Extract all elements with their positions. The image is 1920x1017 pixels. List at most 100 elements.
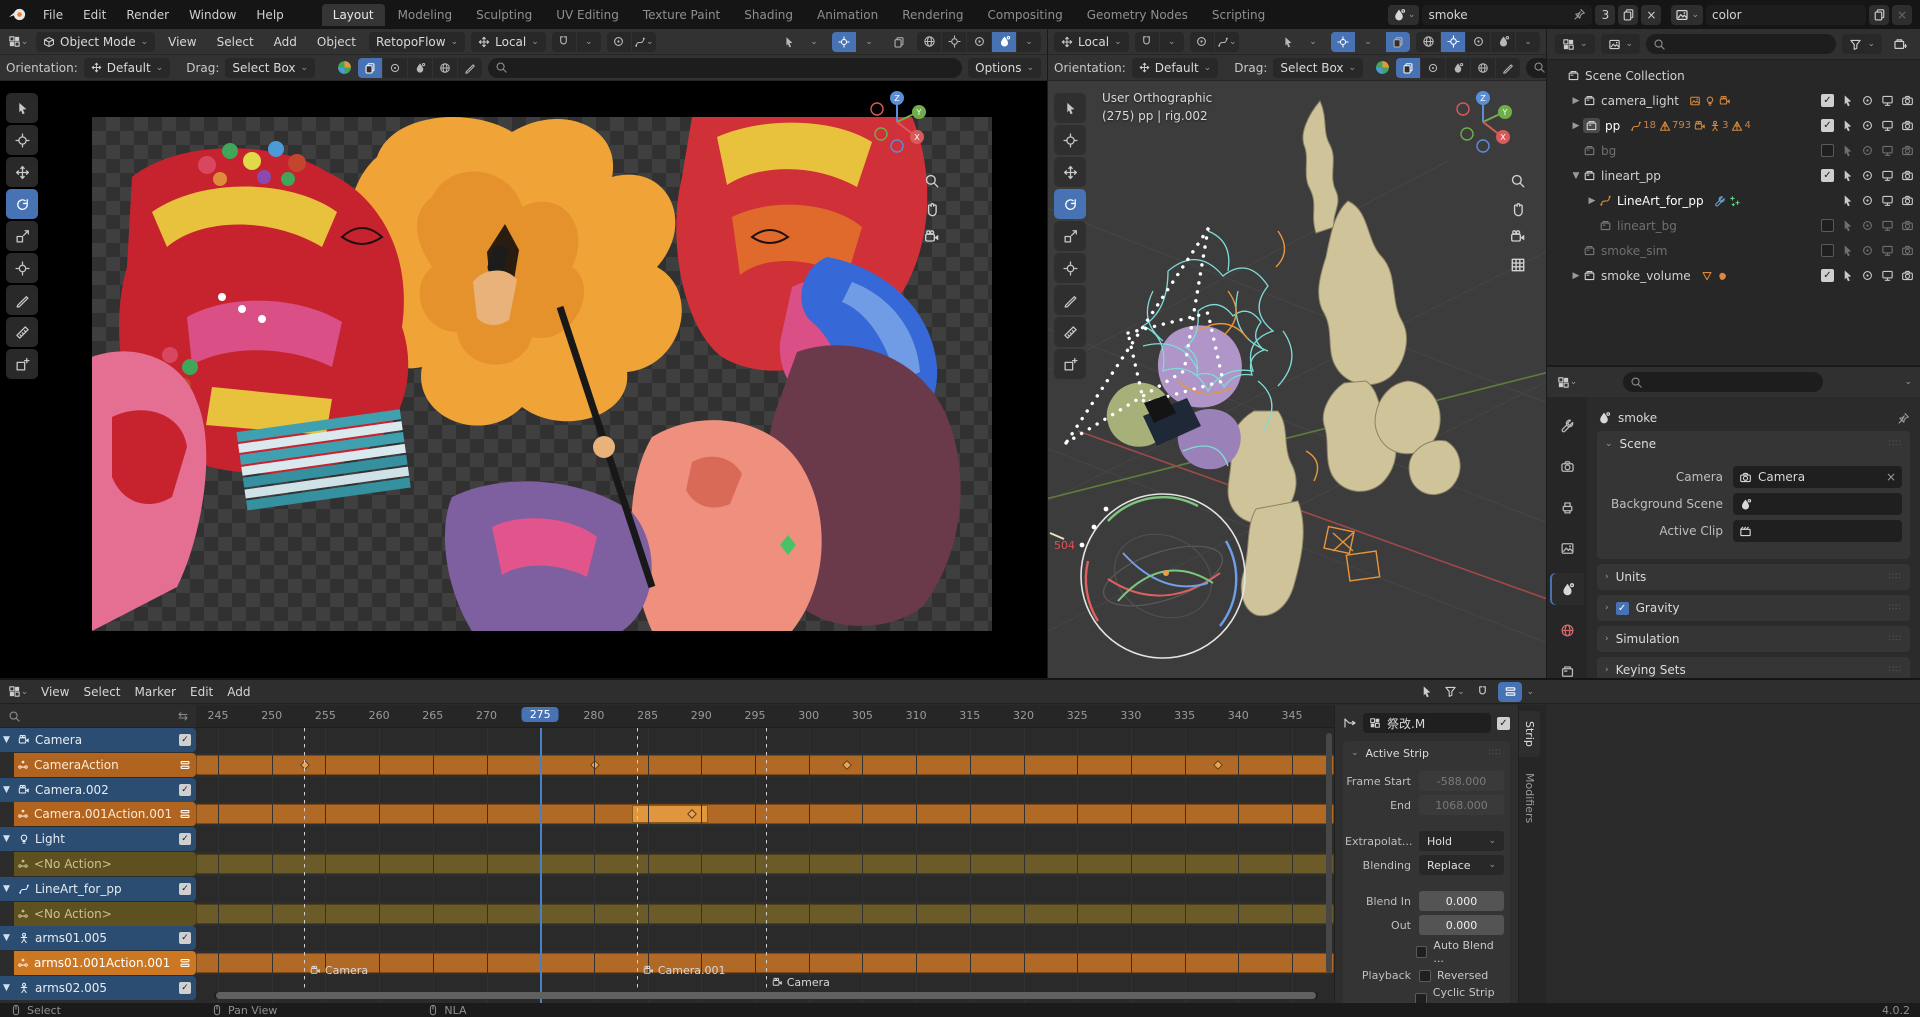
render-visibility-toggle[interactable] bbox=[1901, 194, 1914, 207]
nla-channel-camera[interactable]: ▼Camera✓ bbox=[0, 728, 196, 752]
scene-panel-header[interactable]: ⌄ Scene ∷∷ bbox=[1597, 431, 1910, 457]
tool-measure[interactable] bbox=[1054, 317, 1086, 347]
tab-animation[interactable]: Animation bbox=[806, 4, 889, 26]
snap-toggle[interactable] bbox=[552, 32, 576, 52]
holdout-toggle[interactable] bbox=[1861, 244, 1874, 257]
sidebar-tab-modifiers[interactable]: Modifiers bbox=[1519, 763, 1540, 833]
viewport-menu-add[interactable]: Add bbox=[267, 33, 304, 51]
expand-arrow-icon[interactable]: ▼ bbox=[3, 933, 13, 943]
tool-scale[interactable] bbox=[6, 221, 38, 251]
tab-modeling[interactable]: Modeling bbox=[387, 4, 464, 26]
nla-channel-arms01-001action-001[interactable]: arms01.001Action.001 bbox=[14, 951, 196, 975]
checkbox-on[interactable]: ✓ bbox=[1821, 169, 1834, 182]
outliner-filter-mode-button[interactable]: ⌄ bbox=[1601, 34, 1641, 54]
marker-label[interactable]: Camera.001 bbox=[643, 964, 726, 977]
keyframe-diamond[interactable] bbox=[1213, 760, 1223, 770]
tool-measure[interactable] bbox=[6, 317, 38, 347]
expand-arrow-icon[interactable]: ▶ bbox=[1569, 121, 1583, 131]
channel-mute-checkbox[interactable]: ✓ bbox=[179, 734, 191, 746]
outliner-row-smoke-volume[interactable]: ▶smoke_volume✓ bbox=[1547, 263, 1920, 288]
show-overlays-toggle[interactable] bbox=[832, 32, 856, 52]
dropdown-field[interactable]: Replace⌄ bbox=[1419, 855, 1504, 875]
selectable-toggle[interactable] bbox=[1841, 144, 1854, 157]
shading-dropdown[interactable]: ⌄ bbox=[1516, 32, 1540, 52]
proportional-editing-toggle[interactable] bbox=[607, 32, 631, 52]
nla-menu-add[interactable]: Add bbox=[220, 683, 257, 701]
properties-options-button[interactable]: ⌄ bbox=[1904, 377, 1912, 387]
keyframe-diamond[interactable] bbox=[590, 760, 600, 770]
holdout-toggle[interactable] bbox=[1861, 144, 1874, 157]
keyframe-diamond[interactable] bbox=[842, 760, 852, 770]
expand-arrow-icon[interactable]: ▼ bbox=[3, 785, 13, 795]
tool-move[interactable] bbox=[1054, 157, 1086, 187]
nla-channel--no-action-[interactable]: <No Action> bbox=[14, 852, 196, 876]
pin-icon[interactable] bbox=[1573, 8, 1586, 21]
tool-scale[interactable] bbox=[1054, 221, 1086, 251]
active-clip-field[interactable] bbox=[1733, 520, 1902, 542]
viewport-search-input[interactable] bbox=[488, 58, 962, 78]
viewport-toggle-4[interactable] bbox=[433, 58, 457, 78]
shading-material-button[interactable] bbox=[967, 32, 991, 52]
viewport-visibility-toggle[interactable] bbox=[1881, 269, 1894, 282]
options-button[interactable]: Options⌄ bbox=[968, 58, 1041, 78]
viewport-toggle-2[interactable] bbox=[1421, 58, 1445, 78]
snap-toggle[interactable] bbox=[1135, 32, 1159, 52]
shading-wireframe-button[interactable] bbox=[1416, 32, 1440, 52]
xray-toggle[interactable] bbox=[887, 32, 911, 52]
view-layer-browse-button[interactable]: ⌄ bbox=[1671, 5, 1703, 25]
checkbox-off[interactable] bbox=[1821, 144, 1834, 157]
axis-gizmo[interactable]: Z Y X bbox=[1452, 91, 1514, 153]
channel-mute-checkbox[interactable]: ✓ bbox=[179, 932, 191, 944]
tab-sculpting[interactable]: Sculpting bbox=[465, 4, 543, 26]
snap-dropdown[interactable]: ⌄ bbox=[577, 32, 601, 52]
shading-solid-button[interactable] bbox=[1441, 32, 1465, 52]
tool-annotate[interactable] bbox=[6, 285, 38, 315]
viewport-left-canvas[interactable]: Z Y X bbox=[0, 81, 1047, 678]
nla-horizontal-scrollbar[interactable] bbox=[214, 992, 1318, 999]
viewport-toggle-5[interactable] bbox=[1496, 58, 1520, 78]
tool-select-box[interactable] bbox=[6, 93, 38, 123]
menu-file[interactable]: File bbox=[33, 5, 73, 25]
viewport-menu-select[interactable]: Select bbox=[210, 33, 261, 51]
properties-tab-view-layer[interactable] bbox=[1550, 532, 1584, 564]
strip-mute-checkbox[interactable]: ✓ bbox=[1497, 717, 1510, 730]
viewport-visibility-toggle[interactable] bbox=[1881, 119, 1894, 132]
strip-name-field[interactable]: 祭改.M bbox=[1363, 713, 1491, 733]
menu-render[interactable]: Render bbox=[116, 5, 179, 25]
nla-overlap-toggle[interactable] bbox=[1498, 682, 1522, 702]
background-scene-field[interactable] bbox=[1733, 493, 1902, 515]
selectable-toggle[interactable] bbox=[1841, 269, 1854, 282]
properties-tab-output[interactable] bbox=[1550, 491, 1584, 523]
holdout-toggle[interactable] bbox=[1861, 94, 1874, 107]
tab-shading[interactable]: Shading bbox=[733, 4, 804, 26]
gravity-checkbox[interactable]: ✓ bbox=[1616, 602, 1629, 615]
outliner-row-pp[interactable]: ▶pp1879334✓ bbox=[1547, 113, 1920, 138]
shading-solid-button[interactable] bbox=[942, 32, 966, 52]
tool-rotate[interactable] bbox=[6, 189, 38, 219]
show-gizmo-toggle[interactable] bbox=[1276, 32, 1300, 52]
drag-dropdown[interactable]: Select Box⌄ bbox=[1273, 58, 1363, 78]
checkbox-row[interactable]: Reversed bbox=[1419, 969, 1488, 982]
view-layer-remove-button[interactable]: × bbox=[1892, 5, 1912, 25]
selectable-toggle[interactable] bbox=[1841, 169, 1854, 182]
holdout-toggle[interactable] bbox=[1861, 194, 1874, 207]
outliner-display-mode-button[interactable]: ⌄ bbox=[1555, 34, 1595, 54]
tab-compositing[interactable]: Compositing bbox=[976, 4, 1073, 26]
viewport-visibility-toggle[interactable] bbox=[1881, 219, 1894, 232]
overlays-dropdown[interactable]: ⌄ bbox=[1356, 32, 1380, 52]
marker-label[interactable]: Camera bbox=[772, 976, 830, 989]
number-field[interactable]: 0.000 bbox=[1419, 915, 1504, 935]
shading-material-button[interactable] bbox=[1466, 32, 1490, 52]
selectable-toggle[interactable] bbox=[1841, 219, 1854, 232]
viewport-visibility-toggle[interactable] bbox=[1881, 94, 1894, 107]
panel-header[interactable]: ›Units∷∷ bbox=[1597, 564, 1910, 590]
nla-filter-button[interactable]: ⌄ bbox=[1442, 682, 1466, 702]
tool-cursor[interactable] bbox=[1054, 125, 1086, 155]
nla-vertical-scrollbar[interactable] bbox=[1326, 733, 1332, 973]
proportional-falloff-dropdown[interactable]: ⌄ bbox=[632, 32, 656, 52]
viewport-toggle-5[interactable] bbox=[458, 58, 482, 78]
tool-add-cube[interactable] bbox=[1054, 349, 1086, 379]
holdout-toggle[interactable] bbox=[1861, 269, 1874, 282]
proportional-falloff-dropdown[interactable]: ⌄ bbox=[1215, 32, 1239, 52]
tab-uv-editing[interactable]: UV Editing bbox=[545, 4, 630, 26]
